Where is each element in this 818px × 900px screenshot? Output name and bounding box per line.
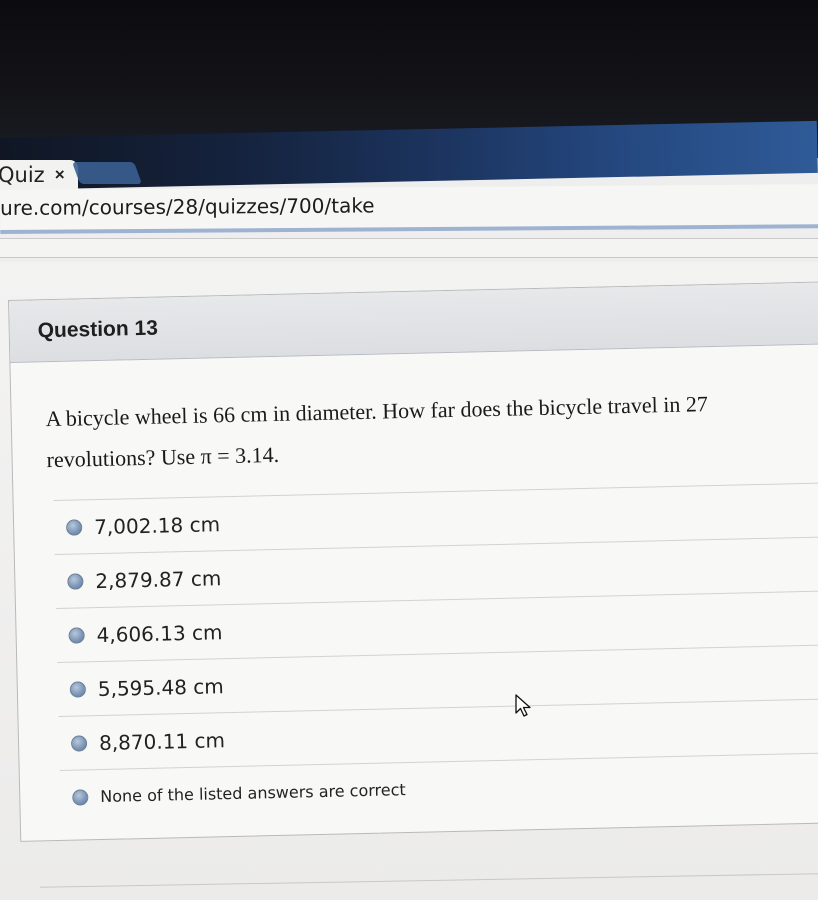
answer-label: 7,002.18 cm <box>93 511 221 539</box>
answer-label: 4,606.13 cm <box>96 619 223 647</box>
radio-button-icon[interactable] <box>70 734 88 752</box>
question-card: Question 13 A bicycle wheel is 66 cm in … <box>8 281 818 842</box>
radio-button-icon[interactable] <box>67 572 84 590</box>
browser-tab-quiz[interactable]: Quiz × <box>0 160 78 190</box>
tab-title: Quiz <box>0 163 45 187</box>
new-tab-button[interactable] <box>71 162 143 184</box>
answer-label: 2,879.87 cm <box>95 565 222 593</box>
bookmarks-bar <box>0 238 818 258</box>
mouse-cursor-icon <box>515 694 531 717</box>
answer-label: None of the listed answers are correct <box>100 780 406 807</box>
address-bar[interactable]: ure.com/courses/28/quizzes/700/take <box>0 184 818 234</box>
radio-button-icon[interactable] <box>65 518 83 536</box>
radio-button-icon[interactable] <box>72 788 89 806</box>
radio-button-icon[interactable] <box>68 626 85 644</box>
close-icon[interactable]: × <box>55 165 65 185</box>
radio-button-icon[interactable] <box>69 680 87 698</box>
question-title: Question 13 <box>37 316 159 342</box>
question-text: A bicycle wheel is 66 cm in diameter. Ho… <box>45 391 709 473</box>
url-text: ure.com/courses/28/quizzes/700/take <box>0 193 375 220</box>
answer-label: 5,595.48 cm <box>97 673 224 701</box>
answer-label: 8,870.11 cm <box>98 727 226 755</box>
answer-list: 7,002.18 cm 2,879.87 cm 4,606.13 cm 5,59… <box>53 482 818 824</box>
